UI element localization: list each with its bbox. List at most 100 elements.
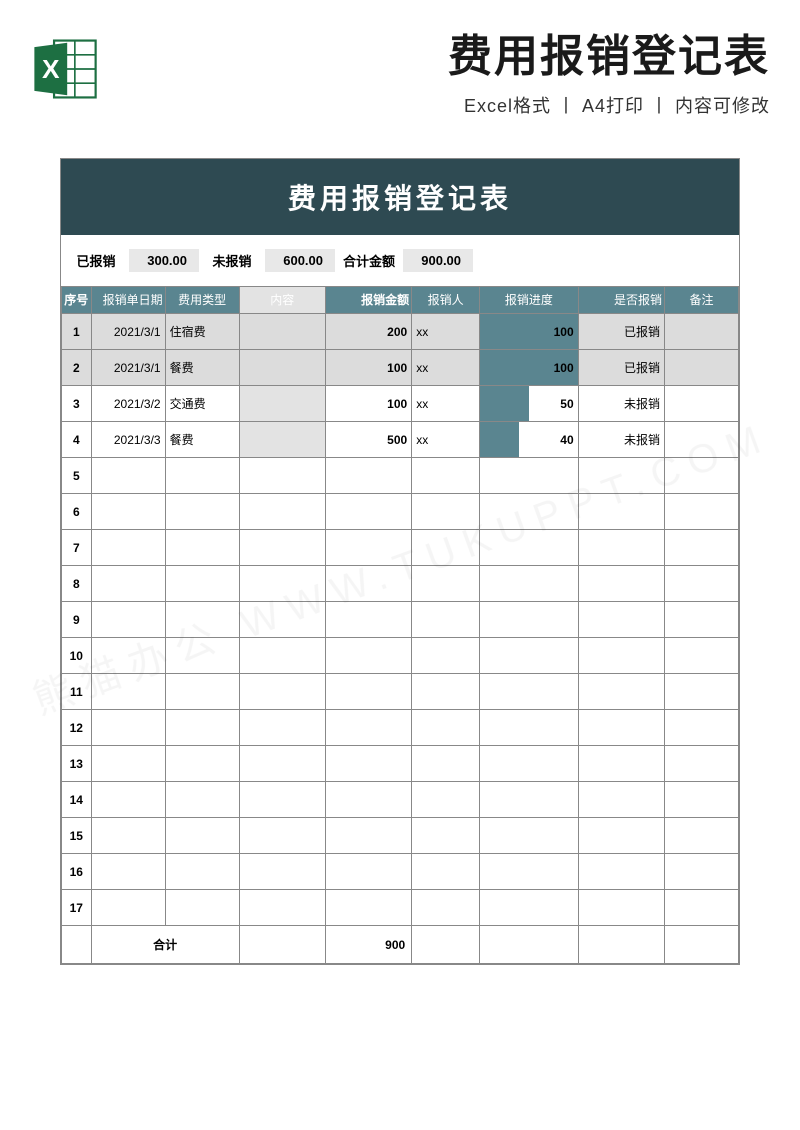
cell-seq: 8 — [62, 566, 92, 602]
cell-content — [239, 818, 325, 854]
cell-date — [91, 530, 165, 566]
main-title: 费用报销登记表 — [115, 20, 770, 84]
cell-amount — [325, 782, 411, 818]
cell-progress — [480, 566, 579, 602]
cell-type — [165, 746, 239, 782]
table-row: 8 — [62, 566, 739, 602]
cell-remark — [664, 782, 738, 818]
cell-content — [239, 674, 325, 710]
col-amount: 报销金额 — [325, 287, 411, 314]
cell-remark — [664, 746, 738, 782]
cell-remark — [664, 602, 738, 638]
excel-icon: X — [30, 34, 100, 104]
cell-remark — [664, 386, 738, 422]
cell-type — [165, 602, 239, 638]
page-header: X 费用报销登记表 Excel格式 丨 A4打印 丨 内容可修改 — [0, 0, 800, 128]
cell-status — [578, 602, 664, 638]
cell-remark — [664, 494, 738, 530]
cell-progress: 40 — [480, 422, 579, 458]
cell-seq: 1 — [62, 314, 92, 350]
cell-progress: 100 — [480, 350, 579, 386]
not-reimbursed-label: 未报销 — [207, 251, 257, 270]
cell-amount: 100 — [325, 350, 411, 386]
cell-person — [412, 566, 480, 602]
cell-seq: 11 — [62, 674, 92, 710]
cell-type — [165, 890, 239, 926]
cell-progress — [480, 854, 579, 890]
total-row: 合计900 — [62, 926, 739, 964]
cell-seq: 2 — [62, 350, 92, 386]
total-value: 900.00 — [403, 249, 473, 272]
table-row: 7 — [62, 530, 739, 566]
cell-person — [412, 890, 480, 926]
cell-status — [578, 818, 664, 854]
cell-date — [91, 782, 165, 818]
table-row: 13 — [62, 746, 739, 782]
table-row: 16 — [62, 854, 739, 890]
col-person: 报销人 — [412, 287, 480, 314]
cell-type: 交通费 — [165, 386, 239, 422]
cell-content — [239, 854, 325, 890]
cell-remark — [664, 638, 738, 674]
cell-content — [239, 386, 325, 422]
cell-status: 已报销 — [578, 314, 664, 350]
cell-seq: 4 — [62, 422, 92, 458]
col-type: 费用类型 — [165, 287, 239, 314]
cell-seq: 12 — [62, 710, 92, 746]
cell-amount — [325, 458, 411, 494]
table-body: 12021/3/1住宿费200xx100已报销22021/3/1餐费100xx1… — [62, 314, 739, 964]
cell-seq: 15 — [62, 818, 92, 854]
cell-person — [412, 674, 480, 710]
table-row: 9 — [62, 602, 739, 638]
cell-progress: 50 — [480, 386, 579, 422]
cell-remark — [664, 854, 738, 890]
cell-date — [91, 602, 165, 638]
cell-progress — [480, 746, 579, 782]
cell-status — [578, 890, 664, 926]
col-progress: 报销进度 — [480, 287, 579, 314]
cell-content — [239, 710, 325, 746]
summary-row: 已报销 300.00 未报销 600.00 合计金额 900.00 — [61, 235, 739, 286]
cell-content — [239, 314, 325, 350]
cell-date — [91, 494, 165, 530]
cell-type — [165, 494, 239, 530]
cell-progress — [480, 710, 579, 746]
cell-remark — [664, 458, 738, 494]
cell-content — [239, 890, 325, 926]
cell — [62, 926, 92, 964]
cell-type: 住宿费 — [165, 314, 239, 350]
cell-amount — [325, 674, 411, 710]
cell-person — [412, 710, 480, 746]
cell-content — [239, 530, 325, 566]
cell-amount: 100 — [325, 386, 411, 422]
cell-amount — [325, 602, 411, 638]
cell-progress — [480, 638, 579, 674]
cell-date — [91, 746, 165, 782]
cell-date — [91, 566, 165, 602]
cell-person — [412, 494, 480, 530]
cell-amount — [325, 530, 411, 566]
cell-amount — [325, 818, 411, 854]
header-text: 费用报销登记表 Excel格式 丨 A4打印 丨 内容可修改 — [115, 20, 770, 118]
cell-progress — [480, 782, 579, 818]
cell-date: 2021/3/1 — [91, 314, 165, 350]
table-row: 12 — [62, 710, 739, 746]
cell-content — [239, 602, 325, 638]
cell-progress — [480, 494, 579, 530]
col-remark: 备注 — [664, 287, 738, 314]
cell-status — [578, 782, 664, 818]
cell-status — [578, 530, 664, 566]
cell-type: 餐费 — [165, 422, 239, 458]
table-row: 32021/3/2交通费100xx50未报销 — [62, 386, 739, 422]
cell-content — [239, 782, 325, 818]
cell-date — [91, 818, 165, 854]
cell-status: 未报销 — [578, 386, 664, 422]
cell-progress — [480, 818, 579, 854]
cell-date — [91, 890, 165, 926]
cell-amount — [325, 566, 411, 602]
cell-remark — [664, 818, 738, 854]
sub-title: Excel格式 丨 A4打印 丨 内容可修改 — [115, 92, 770, 118]
cell-status — [578, 710, 664, 746]
cell-status — [578, 494, 664, 530]
cell-status — [578, 458, 664, 494]
